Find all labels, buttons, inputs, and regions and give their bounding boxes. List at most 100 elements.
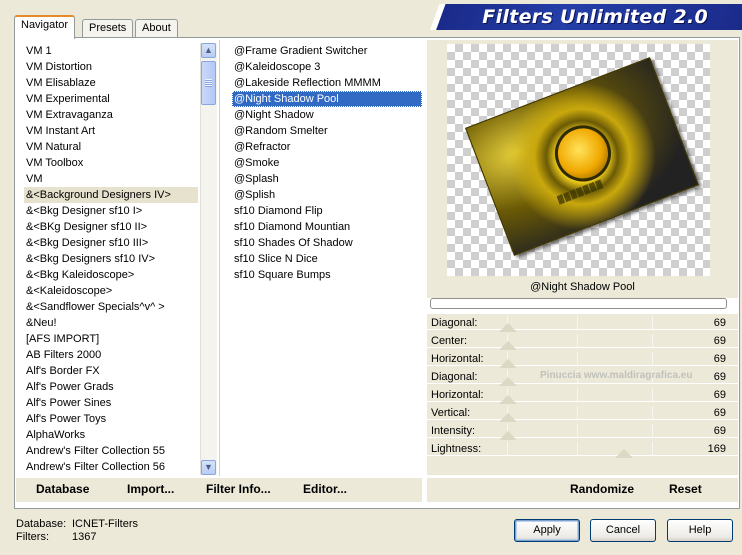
scroll-down-button[interactable]: ▼ [201, 460, 216, 475]
filter-list-item[interactable]: @Random Smelter [232, 123, 422, 139]
parameter-slider[interactable]: Intensity: 69 [427, 422, 738, 440]
category-list-item[interactable]: VM Natural [24, 139, 198, 155]
filter-list-item[interactable]: @Frame Gradient Switcher [232, 43, 422, 59]
category-scrollbar[interactable]: ▲ ▼ [200, 43, 217, 475]
parameter-label: Diagonal: [431, 371, 478, 383]
filter-list-item[interactable]: @Refractor [232, 139, 422, 155]
apply-button[interactable]: Apply [514, 519, 580, 542]
category-list-item[interactable]: &Neu! [24, 315, 198, 331]
parameter-value: 69 [713, 353, 726, 365]
slider-tick [652, 442, 653, 456]
slider-knob[interactable] [499, 413, 517, 422]
preview-canvas: ▓▓▓▓▓▓▓ [447, 44, 710, 276]
filter-list-item[interactable]: sf10 Shades Of Shadow [232, 235, 422, 251]
filter-list-item[interactable]: @Night Shadow [232, 107, 422, 123]
slider-knob[interactable] [499, 377, 517, 386]
slider-knob[interactable] [499, 359, 517, 368]
reset-button[interactable]: Reset [669, 482, 702, 496]
parameter-label: Horizontal: [431, 353, 484, 365]
slider-tick [652, 388, 653, 402]
scroll-up-button[interactable]: ▲ [201, 43, 216, 58]
filter-list-item[interactable]: @Splish [232, 187, 422, 203]
category-list-item[interactable]: &<Bkg Designer sf10 III> [24, 235, 198, 251]
category-list-item[interactable]: &<Bkg Kaleidoscope> [24, 267, 198, 283]
tab-presets[interactable]: Presets [82, 19, 134, 37]
slider-tick [652, 424, 653, 438]
database-value: ICNET-Filters [72, 518, 138, 530]
category-list-item[interactable]: &<Kaleidoscope> [24, 283, 198, 299]
slider-track [427, 347, 738, 348]
tab-about[interactable]: About [135, 19, 178, 37]
filter-list-item[interactable]: sf10 Diamond Mountian [232, 219, 422, 235]
filter-list-item[interactable]: @Splash [232, 171, 422, 187]
slider-knob[interactable] [499, 323, 517, 332]
slider-tick [577, 406, 578, 420]
help-button[interactable]: Help [667, 519, 733, 542]
parameter-label: Intensity: [431, 425, 476, 437]
category-list-item[interactable]: [AFS IMPORT] [24, 331, 198, 347]
category-list-item[interactable]: Alf's Power Sines [24, 395, 198, 411]
parameter-slider[interactable]: Center: 69 [427, 332, 738, 350]
title-banner: Filters Unlimited 2.0 [430, 0, 742, 34]
category-list-item[interactable]: &<Bkg Designers sf10 IV> [24, 251, 198, 267]
parameter-slider[interactable]: Horizontal: 69 [427, 386, 738, 404]
category-list-item[interactable]: VM 1 [24, 43, 198, 59]
randomize-button[interactable]: Randomize [570, 482, 634, 496]
category-list-item[interactable]: VM Distortion [24, 59, 198, 75]
slider-tick [577, 424, 578, 438]
filter-list-item[interactable]: @Smoke [232, 155, 422, 171]
parameter-value: 69 [713, 407, 726, 419]
slider-knob[interactable] [499, 341, 517, 350]
right-button-bar: Randomize Reset [427, 478, 738, 502]
slider-track [427, 383, 738, 384]
category-list-item[interactable]: Alf's Power Grads [24, 379, 198, 395]
parameter-slider[interactable]: Diagonal: 69 [427, 314, 738, 332]
filter-list-item[interactable]: @Kaleidoscope 3 [232, 59, 422, 75]
scroll-thumb[interactable] [201, 61, 216, 105]
category-list-item[interactable]: AlphaWorks [24, 427, 198, 443]
status-area: Database: ICNET-Filters Filters: 1367 [16, 518, 138, 544]
import-button[interactable]: Import... [127, 482, 174, 496]
filter-list-item[interactable]: sf10 Diamond Flip [232, 203, 422, 219]
category-list-item[interactable]: VM Instant Art [24, 123, 198, 139]
parameter-slider[interactable]: Lightness: 169 [427, 440, 738, 458]
slider-track [427, 455, 738, 456]
slider-knob[interactable] [499, 431, 517, 440]
editor-button[interactable]: Editor... [303, 482, 347, 496]
slider-knob[interactable] [499, 395, 517, 404]
category-list-item[interactable]: &<Background Designers IV> [24, 187, 198, 203]
filter-list[interactable]: @Frame Gradient Switcher @Kaleidoscope 3 @… [232, 43, 422, 303]
progress-bar [430, 298, 727, 309]
cancel-button[interactable]: Cancel [590, 519, 656, 542]
category-list-item[interactable]: Andrew's Filter Collection 56 [24, 459, 198, 475]
parameter-panel: Diagonal: 69 Center: 69 Horizontal: 69 Diagona… [427, 314, 738, 475]
parameter-slider[interactable]: Horizontal: 69 [427, 350, 738, 368]
category-list-item[interactable]: AB Filters 2000 [24, 347, 198, 363]
filters-count-value: 1367 [72, 531, 97, 543]
category-list-item[interactable]: &<Sandflower Specials^v^ > [24, 299, 198, 315]
category-list[interactable]: VM 1 VM Distortion VM Elisablaze VM Experim… [24, 43, 198, 475]
slider-knob[interactable] [615, 449, 633, 458]
category-list-item[interactable]: Andrew's Filter Collection 55 [24, 443, 198, 459]
category-list-item[interactable]: VM Toolbox [24, 155, 198, 171]
list-divider [219, 40, 220, 476]
category-list-item[interactable]: &<Bkg Designer sf10 I> [24, 203, 198, 219]
filter-list-item[interactable]: sf10 Square Bumps [232, 267, 422, 283]
parameter-label: Lightness: [431, 443, 482, 455]
tab-navigator[interactable]: Navigator [14, 15, 76, 39]
database-button[interactable]: Database [36, 482, 89, 496]
category-list-item[interactable]: Alf's Power Toys [24, 411, 198, 427]
filter-list-item[interactable]: sf10 Slice N Dice [232, 251, 422, 267]
category-list-item[interactable]: VM Experimental [24, 91, 198, 107]
category-list-item[interactable]: Alf's Border FX [24, 363, 198, 379]
category-list-item[interactable]: &<BKg Designer sf10 II> [24, 219, 198, 235]
parameter-slider[interactable]: Vertical: 69 [427, 404, 738, 422]
category-list-item[interactable]: VM Extravaganza [24, 107, 198, 123]
filter-info-button[interactable]: Filter Info... [206, 482, 271, 496]
filter-list-item[interactable]: @Night Shadow Pool [232, 91, 422, 107]
parameter-label: Center: [431, 335, 468, 347]
filter-list-item[interactable]: @Lakeside Reflection MMMM [232, 75, 422, 91]
category-list-item[interactable]: VM [24, 171, 198, 187]
slider-tick [577, 316, 578, 330]
category-list-item[interactable]: VM Elisablaze [24, 75, 198, 91]
